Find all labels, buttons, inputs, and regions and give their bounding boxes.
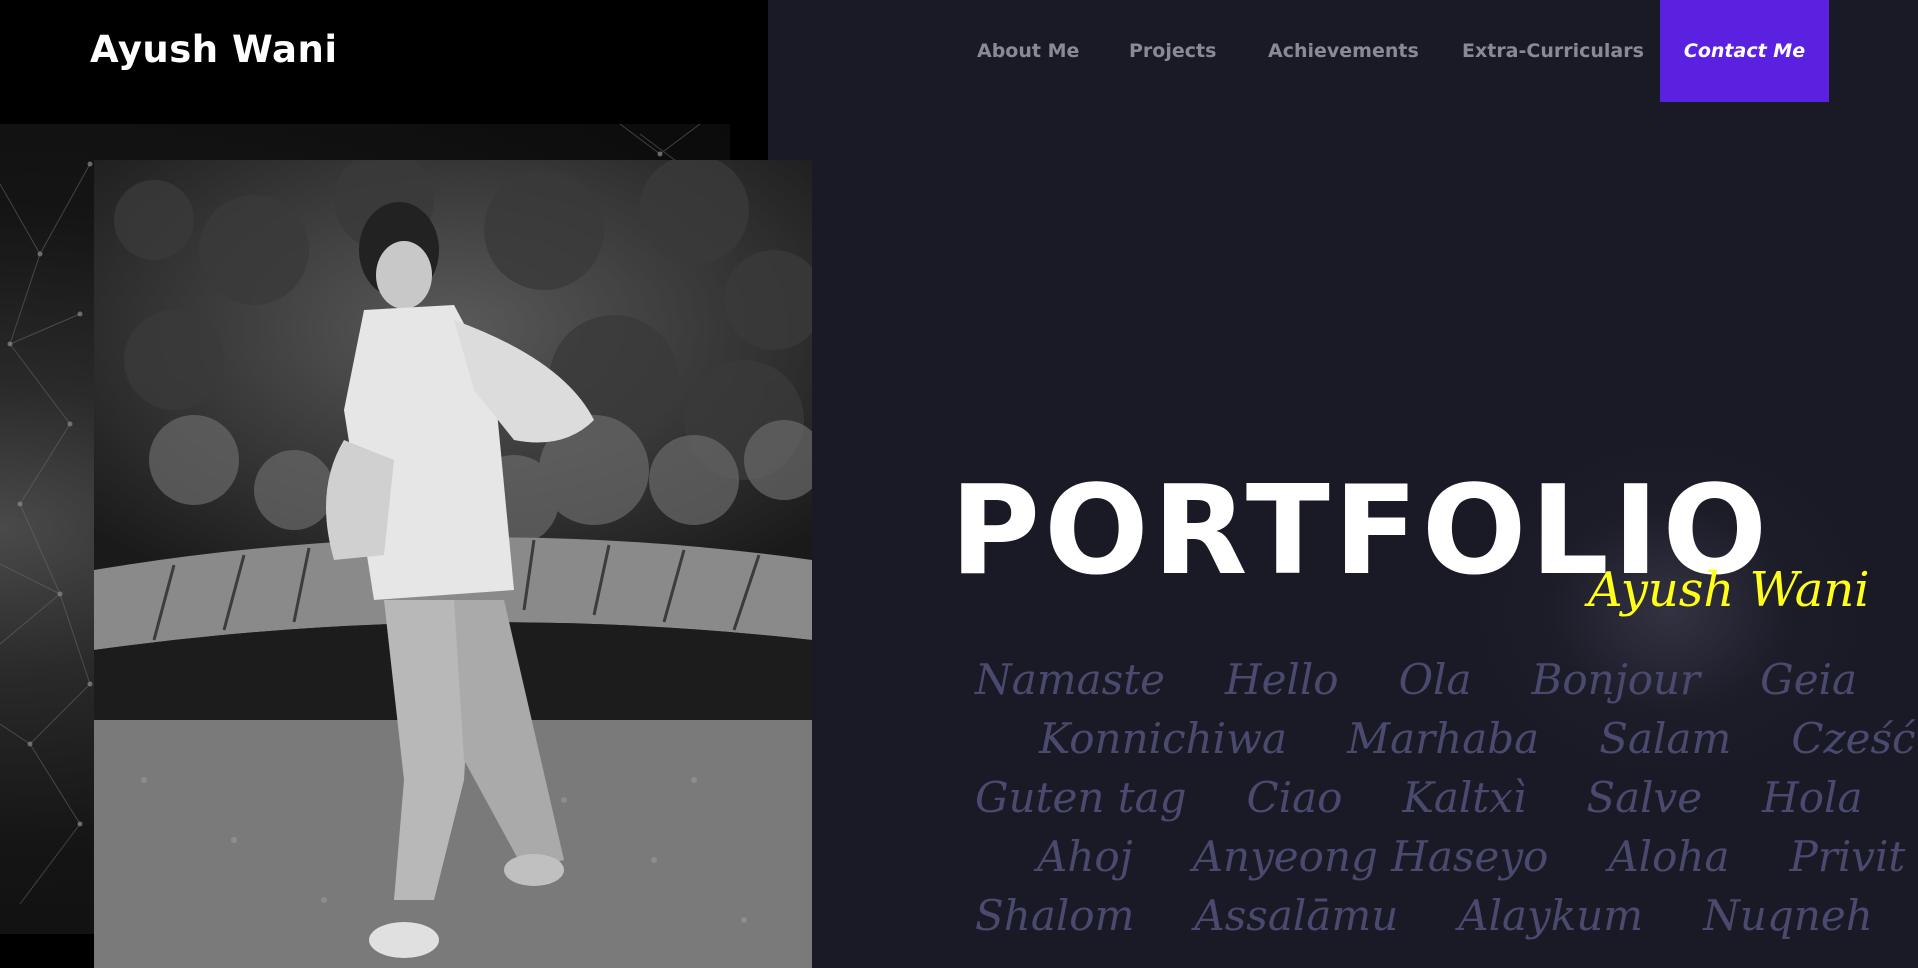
greeting-word: Namaste	[975, 655, 1165, 704]
profile-photo	[94, 160, 812, 968]
greeting-word: Bonjour	[1531, 655, 1701, 704]
greeting-word: Privit	[1789, 832, 1906, 881]
signature-text: Ayush Wani	[1588, 562, 1870, 618]
greeting-row: Ahoj Anyeong Haseyo Aloha Privit	[975, 827, 1915, 886]
greeting-word: Nuqneh	[1703, 891, 1873, 940]
greeting-word: Salve	[1586, 773, 1703, 822]
greeting-word: Hello	[1224, 655, 1339, 704]
greeting-word: Konnichiwa	[1039, 714, 1288, 763]
greeting-word: Ahoj	[1037, 832, 1133, 881]
greeting-word: Marhaba	[1347, 714, 1540, 763]
greeting-word: Cześć	[1791, 714, 1916, 763]
contact-me-button[interactable]: Contact Me	[1660, 0, 1829, 102]
greeting-word: Alaykum	[1458, 891, 1644, 940]
greeting-word: Geia	[1760, 655, 1858, 704]
greeting-word: Kaltxì	[1402, 773, 1527, 822]
nav-extra-curriculars[interactable]: Extra-Curriculars	[1462, 40, 1644, 62]
greeting-row: Namaste Hello Ola Bonjour Geia	[975, 650, 1915, 709]
greeting-word: Hola	[1762, 773, 1863, 822]
greetings-block: Namaste Hello Ola Bonjour Geia Konnichiw…	[975, 650, 1916, 945]
nav-about-me[interactable]: About Me	[977, 40, 1079, 62]
nav-projects[interactable]: Projects	[1129, 40, 1216, 62]
greeting-row: Konnichiwa Marhaba Salam Cześć	[975, 709, 1916, 768]
greeting-word: Anyeong Haseyo	[1192, 832, 1549, 881]
greeting-word: Ciao	[1246, 773, 1343, 822]
top-nav: About Me Projects Achievements Extra-Cur…	[0, 0, 1918, 102]
greeting-word: Salam	[1599, 714, 1732, 763]
nav-achievements[interactable]: Achievements	[1268, 40, 1419, 62]
greeting-row: Shalom Assalāmu Alaykum Nuqneh	[975, 886, 1915, 945]
greeting-word: Shalom	[975, 891, 1135, 940]
greeting-word: Ola	[1398, 655, 1472, 704]
greeting-word: Aloha	[1608, 832, 1730, 881]
greeting-word: Assalāmu	[1194, 891, 1399, 940]
greeting-row: Guten tag Ciao Kaltxì Salve Hola	[975, 768, 1915, 827]
portrait-image	[94, 160, 812, 968]
greeting-word: Guten tag	[975, 773, 1187, 822]
